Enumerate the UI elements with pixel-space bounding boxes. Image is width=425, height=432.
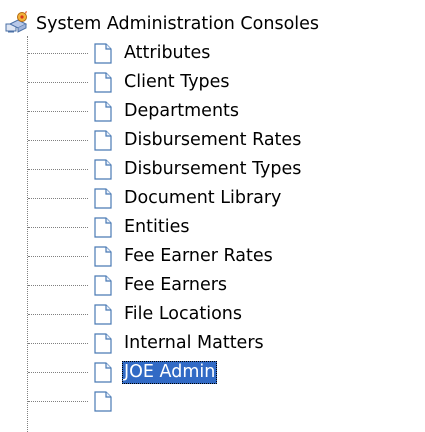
- document-icon: [92, 275, 114, 296]
- tree-item-label: Entities: [124, 217, 190, 237]
- tree-item[interactable]: Fee Earner Rates: [28, 242, 418, 271]
- tree-connector: [28, 53, 88, 54]
- tree-item[interactable]: [28, 387, 418, 416]
- document-icon: [92, 72, 114, 93]
- tree-item-label: Disbursement Types: [124, 159, 302, 179]
- document-icon: [92, 217, 114, 238]
- tree-root-label: System Administration Consoles: [36, 14, 320, 34]
- document-icon: [92, 391, 114, 412]
- tree-item[interactable]: File Locations: [28, 300, 418, 329]
- document-icon: [92, 101, 114, 122]
- tree-item-label: Document Library: [124, 188, 282, 208]
- tree-item[interactable]: Entities: [28, 213, 418, 242]
- document-icon: [92, 188, 114, 209]
- tree-item-label: Disbursement Rates: [124, 130, 302, 150]
- document-icon: [92, 159, 114, 180]
- tree-connector: [28, 198, 88, 199]
- tree-item[interactable]: Document Library: [28, 184, 418, 213]
- tree-item[interactable]: Internal Matters: [28, 329, 418, 358]
- tree-item[interactable]: Fee Earners: [28, 271, 418, 300]
- tree-connector: [28, 372, 88, 373]
- tree-item-label: Attributes: [124, 43, 211, 63]
- tree-connector: [28, 401, 88, 402]
- document-icon: [92, 362, 114, 383]
- tree-item[interactable]: Disbursement Rates: [28, 126, 418, 155]
- tree-root[interactable]: System Administration Consoles: [4, 10, 320, 38]
- tree-item[interactable]: Attributes: [28, 39, 418, 68]
- tree-item[interactable]: JOE Admin: [28, 358, 418, 387]
- tree-item[interactable]: Departments: [28, 97, 418, 126]
- tree-item-label: Fee Earner Rates: [124, 246, 273, 266]
- document-icon: [92, 304, 114, 325]
- tree-item-label: Client Types: [124, 72, 230, 92]
- tree-connector: [28, 169, 88, 170]
- tree-connector: [28, 256, 88, 257]
- tree-connector: [28, 140, 88, 141]
- admin-console-folder-icon: [4, 10, 30, 38]
- tree-connector: [28, 343, 88, 344]
- tree-connector: [28, 111, 88, 112]
- tree-connector: [28, 285, 88, 286]
- document-icon: [92, 43, 114, 64]
- tree-item-label: Internal Matters: [124, 333, 264, 353]
- tree-item-label: File Locations: [124, 304, 242, 324]
- document-icon: [92, 130, 114, 151]
- document-icon: [92, 333, 114, 354]
- tree-connector: [28, 227, 88, 228]
- tree-item-label: Departments: [124, 101, 240, 121]
- tree-item[interactable]: Client Types: [28, 68, 418, 97]
- tree-item-label: Fee Earners: [124, 275, 228, 295]
- document-icon: [92, 246, 114, 267]
- tree-connector: [28, 82, 88, 83]
- tree-connector: [28, 314, 88, 315]
- tree-item-label: JOE Admin: [122, 361, 218, 384]
- tree-item[interactable]: Disbursement Types: [28, 155, 418, 184]
- tree-view: System Administration Consoles Attribute…: [0, 0, 425, 432]
